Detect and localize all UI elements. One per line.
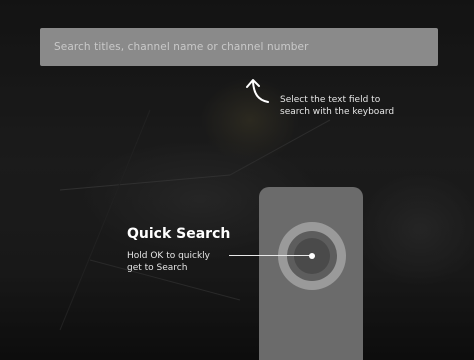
pointer-line	[229, 255, 312, 256]
quick-search-title: Quick Search	[127, 226, 231, 242]
search-input[interactable]: Search titles, channel name or channel n…	[40, 28, 438, 66]
keyboard-hint-text: Select the text field to search with the…	[280, 94, 450, 118]
search-placeholder: Search titles, channel name or channel n…	[54, 41, 309, 53]
quick-search-line-1: Hold OK to quickly	[127, 251, 210, 261]
quick-search-description: Hold OK to quickly get to Search	[127, 250, 222, 274]
ok-pointer-dot	[309, 253, 315, 259]
quick-search-line-2: get to Search	[127, 263, 188, 273]
hint-line-1: Select the text field to	[280, 95, 381, 105]
hint-line-2: search with the keyboard	[280, 107, 395, 117]
curved-arrow-up-icon	[246, 79, 269, 103]
